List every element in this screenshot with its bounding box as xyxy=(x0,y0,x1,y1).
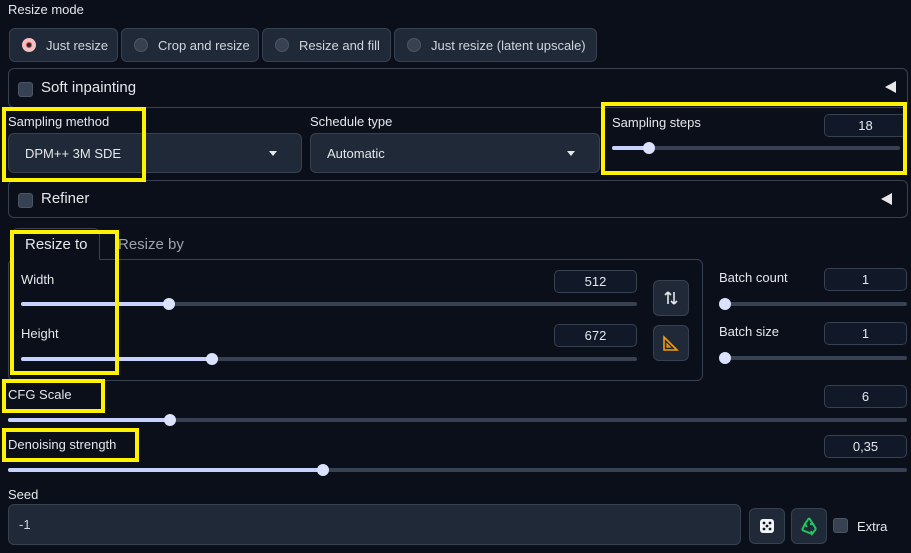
seed-label: Seed xyxy=(8,487,39,502)
denoising-strength-input[interactable]: 0,35 xyxy=(824,435,907,458)
sampling-steps-input[interactable]: 18 xyxy=(824,114,907,137)
width-input[interactable]: 512 xyxy=(554,270,637,293)
soft-inpainting-accordion[interactable] xyxy=(8,68,908,108)
radio-dot-icon xyxy=(407,38,421,52)
radio-just-resize-latent-upscale[interactable]: Just resize (latent upscale) xyxy=(394,28,597,62)
batch-size-slider[interactable] xyxy=(719,352,907,364)
chevron-down-icon xyxy=(567,151,575,156)
schedule-type-dropdown[interactable]: Automatic xyxy=(310,133,600,173)
slider-thumb[interactable] xyxy=(719,352,731,364)
refiner-accordion[interactable] xyxy=(8,180,908,218)
radio-resize-and-fill[interactable]: Resize and fill xyxy=(262,28,391,62)
slider-thumb[interactable] xyxy=(163,414,176,426)
seed-value: -1 xyxy=(19,517,31,532)
aspect-ratio-button[interactable] xyxy=(653,325,689,361)
radio-label: Just resize (latent upscale) xyxy=(431,37,586,53)
slider-thumb[interactable] xyxy=(162,298,175,310)
denoising-strength-label: Denoising strength xyxy=(8,437,117,452)
tab-resize-to[interactable]: Resize to xyxy=(25,236,88,253)
aspect-ratio-icon xyxy=(663,335,679,351)
slider-thumb[interactable] xyxy=(643,142,656,154)
swap-dimensions-icon xyxy=(664,291,678,305)
refiner-checkbox[interactable] xyxy=(18,193,33,208)
slider-fill xyxy=(21,302,169,306)
slider-thumb[interactable] xyxy=(719,298,731,310)
soft-inpainting-label: Soft inpainting xyxy=(41,79,137,96)
random-seed-button[interactable] xyxy=(749,508,785,544)
batch-count-input[interactable]: 1 xyxy=(824,268,907,291)
radio-crop-and-resize[interactable]: Crop and resize xyxy=(121,28,259,62)
collapse-triangle-icon[interactable] xyxy=(885,81,896,93)
schedule-type-label: Schedule type xyxy=(310,114,393,129)
height-input[interactable]: 672 xyxy=(554,324,637,347)
height-label: Height xyxy=(21,326,59,341)
slider-thumb[interactable] xyxy=(205,353,218,365)
radio-dot-icon xyxy=(275,38,289,52)
refiner-label: Refiner xyxy=(41,190,90,207)
batch-size-label: Batch size xyxy=(719,324,779,339)
collapse-triangle-icon[interactable] xyxy=(881,193,892,205)
seed-input[interactable]: -1 xyxy=(8,504,741,545)
highlight-sampling-steps xyxy=(601,102,907,175)
radio-dot-icon xyxy=(134,38,148,52)
soft-inpainting-checkbox[interactable] xyxy=(18,82,33,97)
batch-count-label: Batch count xyxy=(719,270,788,285)
radio-label: Just resize xyxy=(46,37,109,53)
slider-fill xyxy=(21,357,212,361)
swap-dimensions-button[interactable] xyxy=(653,280,689,316)
resize-mode-label: Resize mode xyxy=(8,2,84,17)
cfg-scale-label: CFG Scale xyxy=(8,387,72,402)
reuse-seed-button[interactable] xyxy=(791,508,827,544)
random-dice-icon xyxy=(760,519,774,533)
sampling-steps-label: Sampling steps xyxy=(612,115,701,130)
radio-dot-selected-icon xyxy=(22,38,36,52)
radio-just-resize[interactable]: Just resize xyxy=(9,28,118,62)
reuse-seed-icon xyxy=(801,517,817,536)
extra-label: Extra xyxy=(857,519,888,534)
batch-count-slider[interactable] xyxy=(719,298,907,310)
slider-fill xyxy=(8,418,170,422)
slider-fill xyxy=(8,468,323,472)
sampling-method-label: Sampling method xyxy=(8,114,110,129)
width-slider[interactable] xyxy=(21,298,637,310)
radio-label: Resize and fill xyxy=(299,37,380,53)
height-slider[interactable] xyxy=(21,353,637,365)
sampling-method-dropdown[interactable]: DPM++ 3M SDE xyxy=(8,133,302,173)
batch-size-input[interactable]: 1 xyxy=(824,322,907,345)
chevron-down-icon xyxy=(269,151,277,156)
cfg-scale-slider[interactable] xyxy=(8,414,907,426)
slider-thumb[interactable] xyxy=(316,464,329,476)
extra-checkbox[interactable] xyxy=(833,518,848,533)
denoising-strength-slider[interactable] xyxy=(8,464,907,476)
sampling-method-value: DPM++ 3M SDE xyxy=(25,145,122,161)
schedule-type-value: Automatic xyxy=(327,145,385,161)
sampling-steps-slider[interactable] xyxy=(612,142,900,154)
cfg-scale-input[interactable]: 6 xyxy=(824,385,907,408)
tab-resize-by[interactable]: Resize by xyxy=(118,236,184,253)
radio-label: Crop and resize xyxy=(158,37,250,53)
width-label: Width xyxy=(21,272,55,287)
